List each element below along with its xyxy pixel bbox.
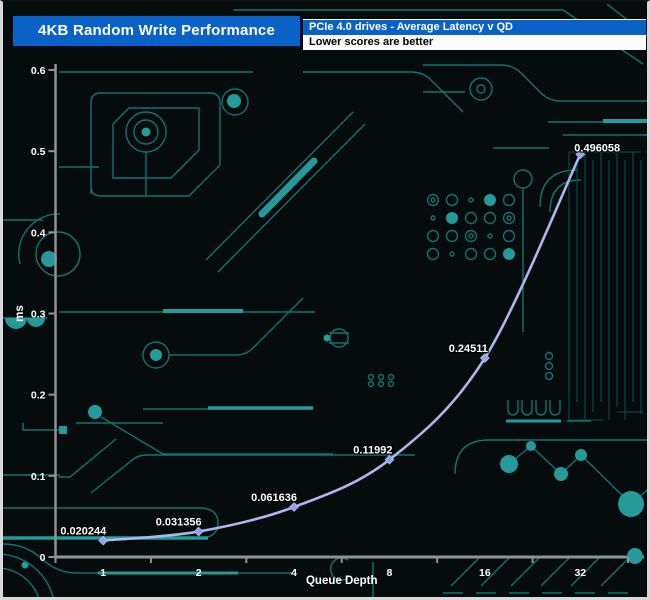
latency-line-chart: 0 0.1 0.2 0.3 0.4 0.5 0.6 1 2 4 8 16 32 Queue Depth ms… <box>14 64 644 587</box>
svg-text:2: 2 <box>196 567 202 579</box>
svg-text:8: 8 <box>387 567 393 579</box>
svg-text:0.031356: 0.031356 <box>156 517 202 529</box>
chart-note: Lower scores are better <box>303 35 646 50</box>
svg-text:ms: ms <box>14 305 26 322</box>
svg-text:0.3: 0.3 <box>31 309 46 321</box>
svg-text:0.2: 0.2 <box>31 390 46 402</box>
svg-text:16: 16 <box>479 567 491 579</box>
svg-text:0.11992: 0.11992 <box>353 445 392 457</box>
svg-text:0.4: 0.4 <box>31 227 46 239</box>
svg-text:0.020244: 0.020244 <box>60 526 107 538</box>
svg-text:0: 0 <box>40 552 46 564</box>
chart-title: 4KB Random Write Performance <box>37 22 276 39</box>
chart-frame: 0 0.1 0.2 0.3 0.4 0.5 0.6 1 2 4 8 16 32 Queue Depth ms… <box>0 0 650 600</box>
svg-text:4: 4 <box>291 567 297 579</box>
svg-text:32: 32 <box>574 567 586 579</box>
chart-subtitle-panel: PCIe 4.0 drives - Average Latency v QD L… <box>303 19 646 50</box>
svg-text:0.5: 0.5 <box>31 146 46 158</box>
svg-text:0.061636: 0.061636 <box>251 492 297 504</box>
svg-text:0.6: 0.6 <box>31 65 46 77</box>
svg-text:1: 1 <box>100 567 106 579</box>
chart-subtitle: PCIe 4.0 drives - Average Latency v QD <box>303 19 646 35</box>
svg-text:Queue Depth: Queue Depth <box>306 575 378 587</box>
chart-title-bar: 4KB Random Write Performance <box>13 16 300 46</box>
svg-text:0.24511: 0.24511 <box>449 343 488 355</box>
svg-text:0.1: 0.1 <box>31 471 46 483</box>
circuit-background <box>3 3 647 597</box>
svg-text:0.496058: 0.496058 <box>574 142 620 154</box>
